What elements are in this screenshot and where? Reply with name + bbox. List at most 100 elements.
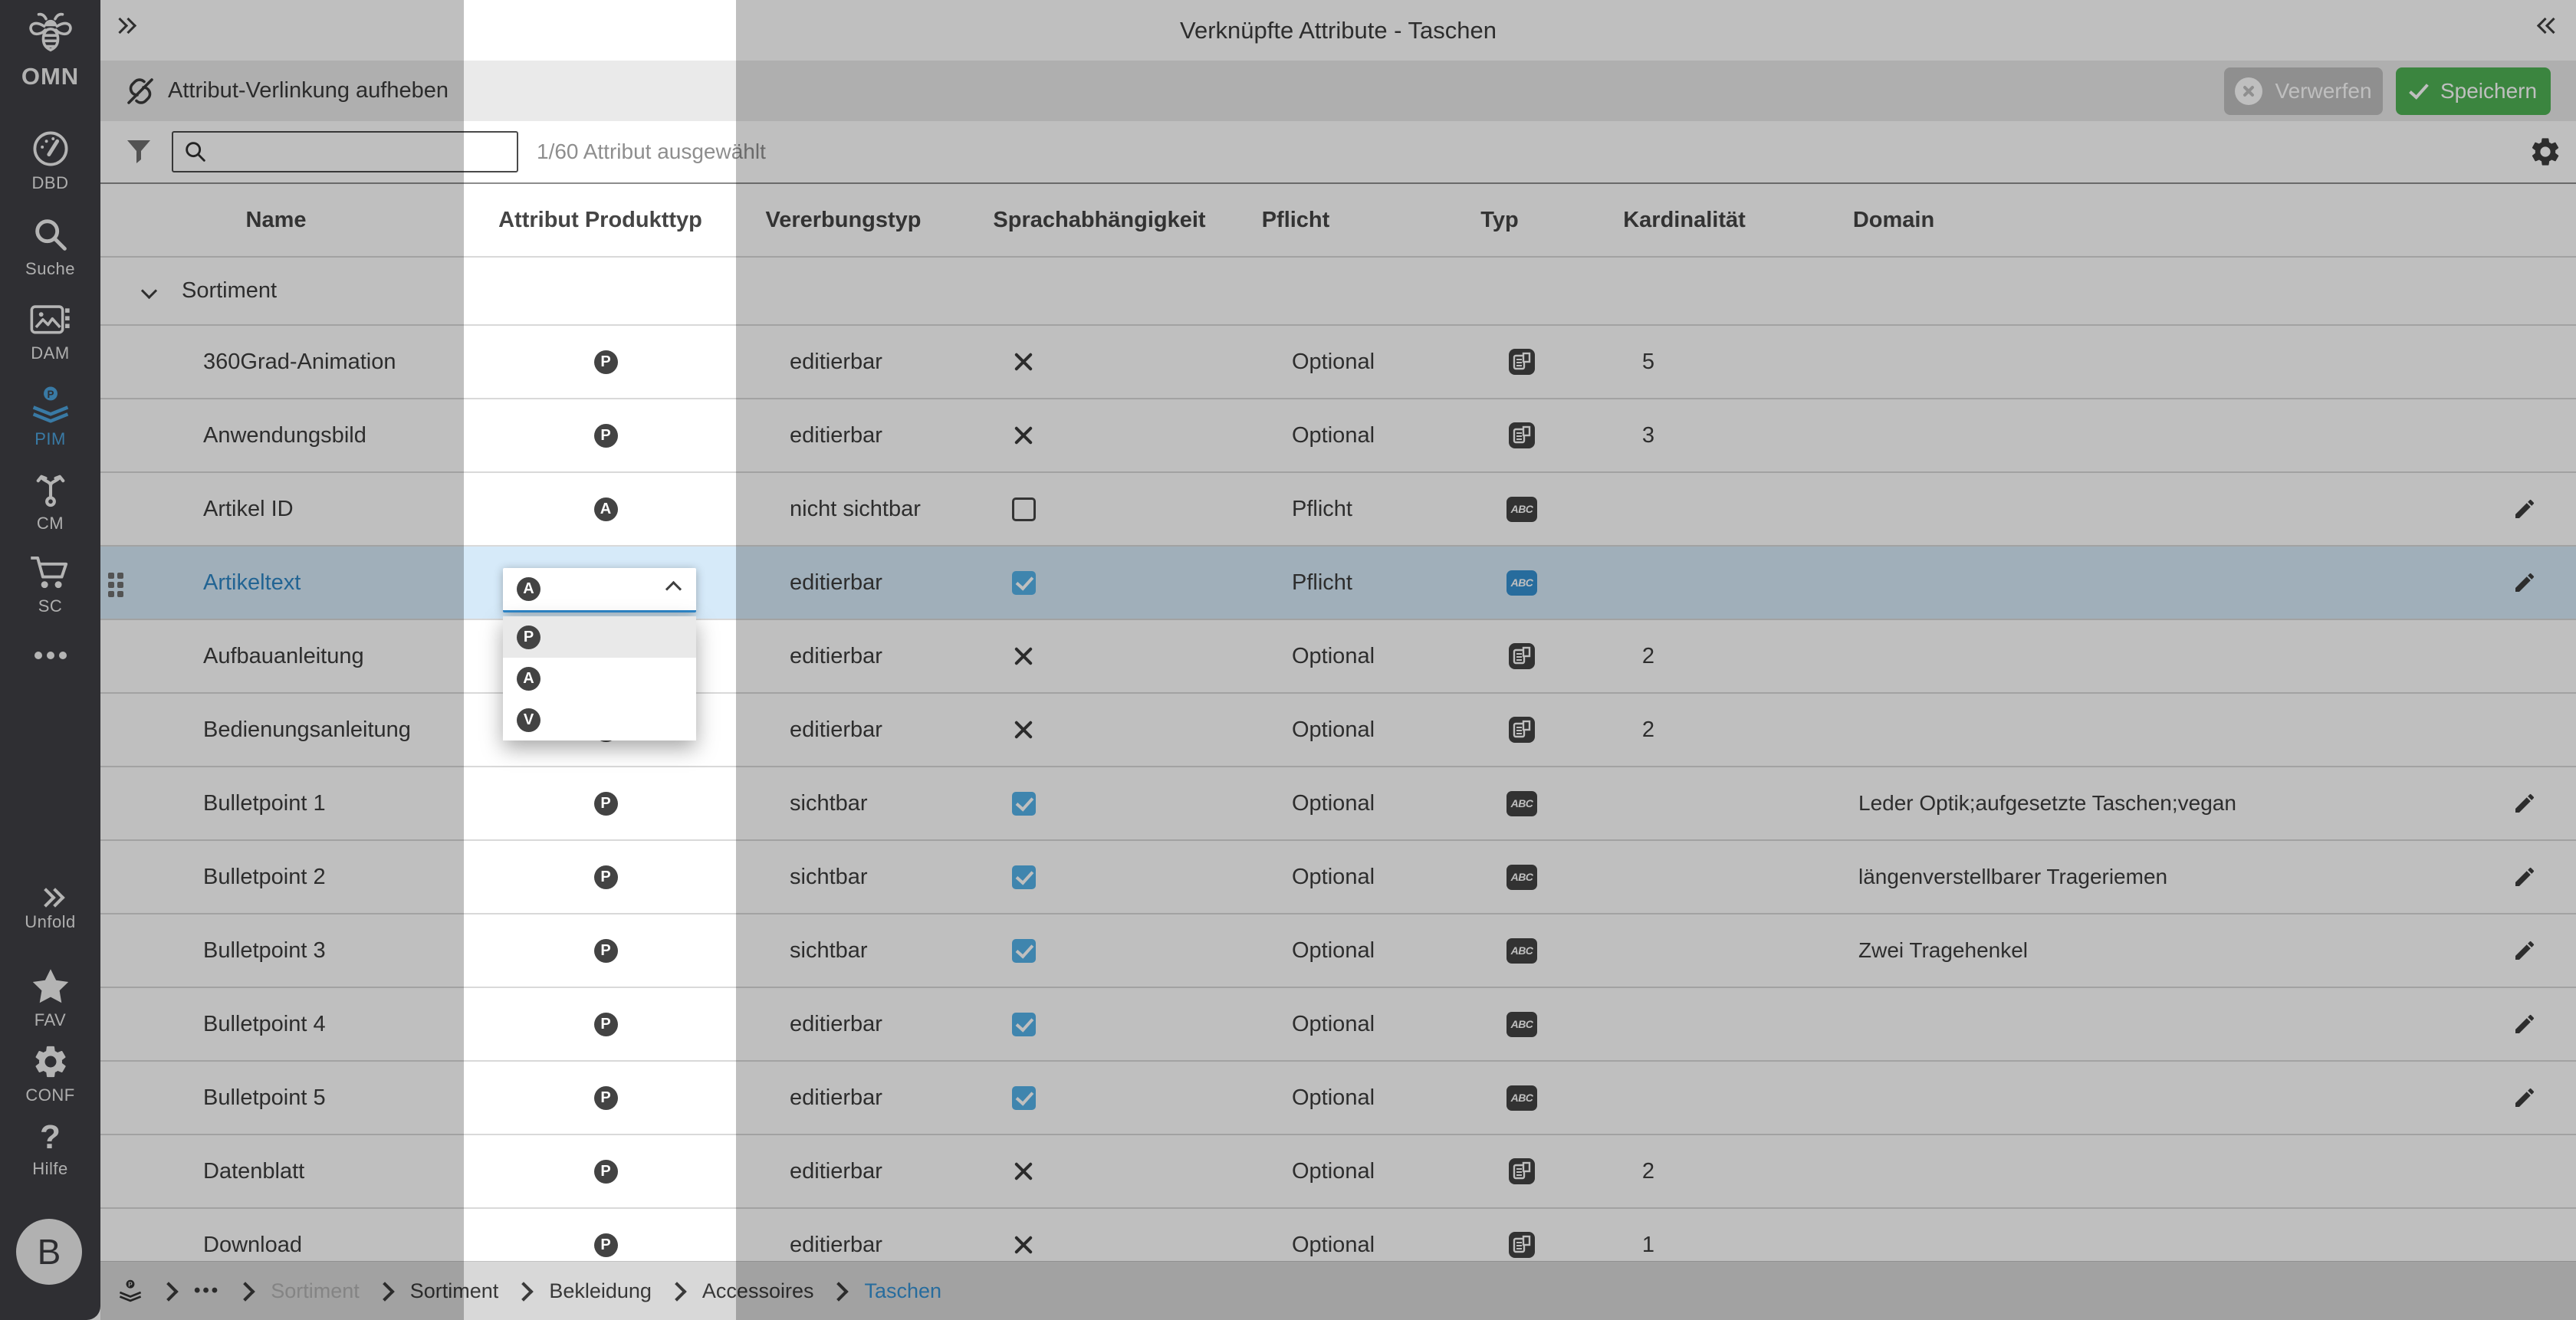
sprachabhaengigkeit-cell <box>1001 914 1046 987</box>
table-row[interactable]: Bulletpoint 3 P sichtbar Optional ABC Zw… <box>100 913 2576 987</box>
edit-pencil-icon[interactable] <box>2502 1062 2548 1134</box>
dropdown-option-p[interactable]: P <box>503 616 696 658</box>
edit-pencil-icon[interactable] <box>2502 767 2548 839</box>
edit-pencil-icon[interactable] <box>2502 841 2548 913</box>
dashboard-gauge-icon <box>31 129 71 169</box>
checkbox-checked[interactable] <box>1011 1085 1036 1110</box>
column-header-domain[interactable]: Domain <box>1853 184 1934 256</box>
table-row[interactable]: Bulletpoint 2 P sichtbar Optional ABC lä… <box>100 839 2576 913</box>
sidebar-item-fav[interactable]: FAV <box>0 967 100 1030</box>
sidebar-item-dam[interactable]: DAM <box>0 302 100 363</box>
discard-button[interactable]: Verwerfen <box>2224 67 2383 115</box>
edit-pencil-icon[interactable] <box>2502 547 2548 619</box>
text-type-icon: ABC <box>1506 1085 1537 1111</box>
dropdown-option-a[interactable]: A <box>503 658 696 699</box>
produkttyp-cell[interactable]: P <box>583 988 629 1060</box>
sidebar-item-suche[interactable]: Suche <box>0 215 100 279</box>
chevron-up-icon <box>665 580 682 598</box>
edit-pencil-icon[interactable] <box>2502 914 2548 987</box>
checkbox-checked[interactable] <box>1011 938 1036 963</box>
column-header-attribut-produkttyp[interactable]: Attribut Produkttyp <box>498 184 702 256</box>
user-avatar[interactable]: B <box>16 1219 82 1285</box>
table-row[interactable]: Datenblatt P editierbar Optional 2 <box>100 1134 2576 1207</box>
collapse-panel-icon[interactable] <box>2536 17 2562 34</box>
table-row[interactable]: Bulletpoint 4 P editierbar Optional ABC <box>100 987 2576 1060</box>
produkttyp-cell[interactable]: P <box>583 841 629 913</box>
table-group-row[interactable]: Sortiment <box>100 258 2576 324</box>
sprachabhaengigkeit-cell <box>1001 620 1046 692</box>
table-row[interactable]: Bulletpoint 1 P sichtbar Optional ABC Le… <box>100 766 2576 839</box>
edit-pencil-icon[interactable] <box>2502 988 2548 1060</box>
checkbox-checked[interactable] <box>1011 570 1036 595</box>
breadcrumb-chevron-icon <box>235 1282 255 1302</box>
column-header-typ[interactable]: Typ <box>1480 184 1518 256</box>
unlink-attributes-button[interactable]: Attribut-Verlinkung aufheben <box>123 61 449 121</box>
breadcrumb-item[interactable]: Bekleidung <box>549 1279 652 1303</box>
sidebar-item-hilfe[interactable]: ? Hilfe <box>0 1121 100 1179</box>
group-collapse-chevron-icon[interactable] <box>140 258 158 324</box>
produkttyp-cell[interactable]: A <box>583 473 629 545</box>
filter-funnel-icon[interactable] <box>126 140 152 164</box>
edit-pencil-icon[interactable] <box>2502 473 2548 545</box>
drag-handle-icon[interactable] <box>108 573 123 597</box>
media-type-icon <box>1509 643 1535 669</box>
sidebar-item-cm[interactable]: CM <box>0 469 100 534</box>
breadcrumb-item-current[interactable]: Taschen <box>864 1279 941 1303</box>
expand-panel-icon[interactable] <box>111 17 137 34</box>
breadcrumb-item[interactable]: Sortiment <box>271 1279 360 1303</box>
sidebar-item-label: PIM <box>34 429 66 448</box>
sidebar-item-conf[interactable]: CONF <box>0 1043 100 1105</box>
text-type-icon: ABC <box>1506 937 1537 964</box>
kardinalitaet-value <box>1625 914 1671 987</box>
table-row[interactable]: Bedienungsanleitung P editierbar Optiona… <box>100 692 2576 766</box>
table-settings-gear-icon[interactable] <box>2528 135 2562 169</box>
column-header-pflicht[interactable]: Pflicht <box>1262 184 1330 256</box>
sidebar-item-sc[interactable]: SC <box>0 553 100 616</box>
checkbox-checked[interactable] <box>1011 1012 1036 1036</box>
produkttyp-cell[interactable]: P <box>583 767 629 839</box>
typ-cell: ABC <box>1499 547 1545 619</box>
produkttyp-dropdown-menu: P A V <box>503 616 696 740</box>
column-header-kardinalitaet[interactable]: Kardinalität <box>1623 184 1746 256</box>
search-input[interactable] <box>215 140 517 164</box>
produkttyp-cell[interactable]: P <box>583 399 629 471</box>
breadcrumb-item[interactable]: Accessoires <box>702 1279 814 1303</box>
sidebar-item-pim[interactable]: P PIM <box>0 385 100 449</box>
cross-icon <box>1012 1233 1035 1256</box>
table-row[interactable]: Artikel ID A nicht sichtbar Pflicht ABC <box>100 471 2576 545</box>
checkbox-unchecked[interactable] <box>1011 497 1036 521</box>
sidebar-item-omn[interactable]: OMN <box>0 11 100 90</box>
vererbungstyp-value: editierbar <box>790 717 882 742</box>
dropdown-option-v[interactable]: V <box>503 699 696 740</box>
table-row[interactable]: 360Grad-Animation P editierbar Optional … <box>100 324 2576 398</box>
pim-breadcrumb-icon[interactable]: P <box>117 1277 143 1305</box>
checkbox-checked[interactable] <box>1011 791 1036 816</box>
sidebar-item-dbd[interactable]: DBD <box>0 129 100 193</box>
breadcrumb-overflow[interactable]: ••• <box>194 1280 220 1302</box>
typ-cell: ABC <box>1499 767 1545 839</box>
produkttyp-cell[interactable]: P <box>583 1062 629 1134</box>
sidebar-item-unfold[interactable]: Unfold <box>0 888 100 932</box>
vererbungstyp-value: editierbar <box>790 422 882 448</box>
sidebar-item-more[interactable] <box>0 648 100 663</box>
produkttyp-dropdown[interactable]: A <box>503 568 696 612</box>
table-row[interactable]: Aufbauanleitung editierbar Optional 2 <box>100 619 2576 692</box>
search-box <box>172 131 518 172</box>
produkttyp-cell[interactable]: P <box>583 326 629 398</box>
column-header-sprachabhaengigkeit[interactable]: Sprachabhängigkeit <box>993 184 1205 256</box>
table-row[interactable]: Anwendungsbild P editierbar Optional 3 <box>100 398 2576 471</box>
table-row[interactable]: Bulletpoint 5 P editierbar Optional ABC <box>100 1060 2576 1134</box>
sidebar-item-label: DAM <box>31 343 70 363</box>
text-type-icon-active: ABC <box>1506 570 1537 596</box>
table-row-selected[interactable]: Artikeltext A P A V editierbar Pflicht A… <box>100 545 2576 740</box>
column-header-name[interactable]: Name <box>246 184 307 256</box>
save-button[interactable]: Speichern <box>2396 67 2551 115</box>
breadcrumb-item[interactable]: Sortiment <box>410 1279 499 1303</box>
discard-button-label: Verwerfen <box>2275 79 2372 103</box>
produkttyp-cell[interactable]: P <box>583 914 629 987</box>
product-box-icon: P <box>29 385 72 425</box>
checkbox-checked[interactable] <box>1011 865 1036 889</box>
produkttyp-cell[interactable]: P <box>583 1135 629 1207</box>
column-header-vererbungstyp[interactable]: Vererbungstyp <box>765 184 921 256</box>
kardinalitaet-value <box>1625 841 1671 913</box>
